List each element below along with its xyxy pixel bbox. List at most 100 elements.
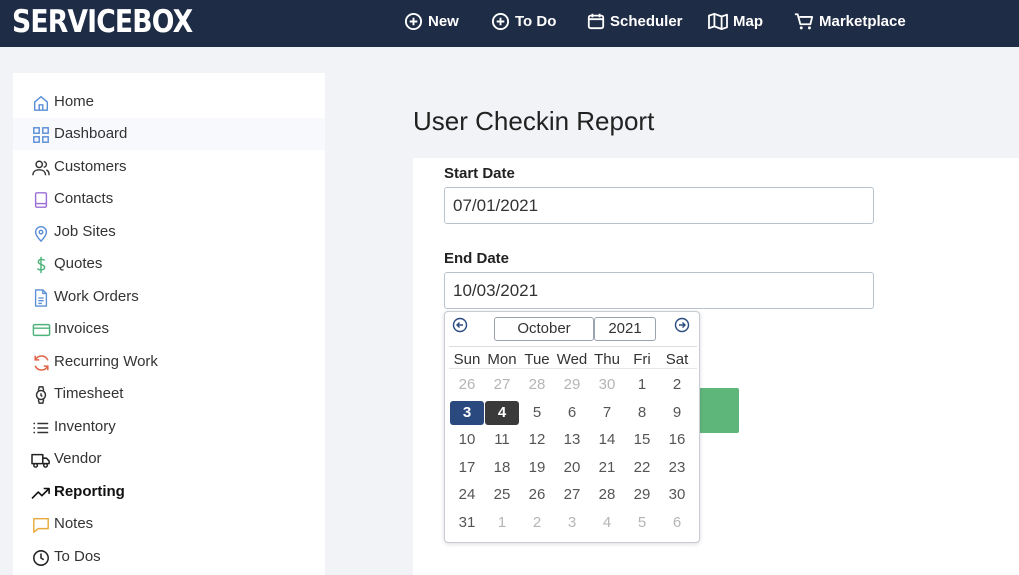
sidebar-item-home[interactable]: Home <box>13 86 325 118</box>
calendar-day[interactable]: 1 <box>625 373 659 397</box>
map-pin-icon <box>31 223 51 243</box>
calendar-day[interactable]: 29 <box>555 373 589 397</box>
nav-todo-label: To Do <box>515 12 557 30</box>
next-month-icon[interactable] <box>674 317 690 333</box>
calendar-day[interactable]: 30 <box>660 483 694 507</box>
refresh-icon <box>31 353 51 373</box>
sidebar-item-label: To Dos <box>54 548 101 565</box>
sidebar-item-label: Home <box>54 93 95 110</box>
sidebar-item-label: Customers <box>54 158 127 175</box>
dollar-icon <box>31 255 51 275</box>
nav-map-label: Map <box>733 12 763 30</box>
truck-icon <box>31 450 51 470</box>
nav-scheduler[interactable]: Scheduler <box>587 0 683 42</box>
sidebar-item-label: Work Orders <box>54 288 139 305</box>
calendar-day[interactable]: 13 <box>555 428 589 452</box>
calendar-icon <box>587 13 605 30</box>
nav-marketplace[interactable]: Marketplace <box>794 0 906 42</box>
sidebar-item-label: Vendor <box>54 450 102 467</box>
calendar-day[interactable]: 3 <box>555 511 589 535</box>
sidebar-item-notes[interactable]: Notes <box>13 508 325 540</box>
calendar-day[interactable]: 21 <box>590 456 624 480</box>
nav-map[interactable]: Map <box>708 0 763 42</box>
year-select[interactable]: 2021 <box>594 317 656 341</box>
sidebar-item-dashboard[interactable]: Dashboard <box>13 118 325 150</box>
sidebar-item-timesheet[interactable]: Timesheet <box>13 378 325 410</box>
calendar-day[interactable]: 20 <box>555 456 589 480</box>
users-icon <box>31 158 51 178</box>
sidebar-item-to-dos[interactable]: To Dos <box>13 541 325 573</box>
calendar-day[interactable]: 2 <box>660 373 694 397</box>
calendar-day[interactable]: 26 <box>520 483 554 507</box>
calendar-day[interactable]: 28 <box>590 483 624 507</box>
calendar-day[interactable]: 5 <box>520 401 554 425</box>
calendar-day[interactable]: 14 <box>590 428 624 452</box>
calendar-day[interactable]: 8 <box>625 401 659 425</box>
sidebar-item-work-orders[interactable]: Work Orders <box>13 281 325 313</box>
sidebar-item-vendor[interactable]: Vendor <box>13 443 325 475</box>
weekday-header: Mon <box>487 351 517 368</box>
calendar-divider <box>449 368 697 369</box>
calendar-day[interactable]: 4 <box>485 401 519 425</box>
calendar-day[interactable]: 1 <box>485 511 519 535</box>
plus-circle-icon <box>404 12 423 30</box>
servicebox-logo[interactable]: SERVICEBOX <box>12 4 193 40</box>
weekday-header: Sat <box>665 351 689 368</box>
weekday-header: Tue <box>524 351 550 368</box>
calendar-day[interactable]: 28 <box>520 373 554 397</box>
calendar-day[interactable]: 15 <box>625 428 659 452</box>
sidebar-item-label: Notes <box>54 515 94 532</box>
page-title: User Checkin Report <box>413 106 655 136</box>
sidebar-item-label: Contacts <box>54 190 114 207</box>
calendar-day[interactable]: 22 <box>625 456 659 480</box>
nav-new[interactable]: New <box>404 0 459 42</box>
submit-button[interactable] <box>699 388 739 433</box>
calendar-day[interactable]: 31 <box>450 511 484 535</box>
calendar-divider <box>449 346 697 347</box>
sidebar-item-inventory[interactable]: Inventory <box>13 411 325 443</box>
calendar-day[interactable]: 30 <box>590 373 624 397</box>
calendar-day[interactable]: 9 <box>660 401 694 425</box>
prev-month-icon[interactable] <box>452 317 468 333</box>
calendar-day[interactable]: 25 <box>485 483 519 507</box>
sidebar-item-customers[interactable]: Customers <box>13 151 325 183</box>
nav-todo[interactable]: To Do <box>491 0 556 42</box>
top-navbar: SERVICEBOX New To Do Scheduler Map Marke… <box>0 0 1019 47</box>
calendar-day[interactable]: 12 <box>520 428 554 452</box>
calendar-day[interactable]: 17 <box>450 456 484 480</box>
sidebar-item-quotes[interactable]: Quotes <box>13 248 325 280</box>
calendar-day[interactable]: 4 <box>590 511 624 535</box>
calendar-day[interactable]: 27 <box>555 483 589 507</box>
calendar-day[interactable]: 24 <box>450 483 484 507</box>
calendar-day[interactable]: 27 <box>485 373 519 397</box>
calendar-day[interactable]: 2 <box>520 511 554 535</box>
calendar-day[interactable]: 10 <box>450 428 484 452</box>
plus-circle-icon <box>491 12 510 30</box>
calendar-day[interactable]: 11 <box>485 428 519 452</box>
start-date-label: Start Date <box>444 165 515 182</box>
calendar-day[interactable]: 5 <box>625 511 659 535</box>
calendar-day[interactable]: 7 <box>590 401 624 425</box>
calendar-day[interactable]: 26 <box>450 373 484 397</box>
sidebar-item-contacts[interactable]: Contacts <box>13 183 325 215</box>
month-select[interactable]: October <box>494 317 594 341</box>
calendar-day[interactable]: 16 <box>660 428 694 452</box>
calendar-day[interactable]: 6 <box>660 511 694 535</box>
sidebar-item-reporting[interactable]: Reporting <box>13 476 325 508</box>
sidebar-item-label: Quotes <box>54 255 103 272</box>
sidebar-item-job-sites[interactable]: Job Sites <box>13 216 325 248</box>
book-icon <box>31 190 51 210</box>
sidebar-item-invoices[interactable]: Invoices <box>13 313 325 345</box>
end-date-input[interactable] <box>444 272 874 309</box>
calendar-day[interactable]: 3 <box>450 401 484 425</box>
weekday-header: Thu <box>594 351 620 368</box>
calendar-day[interactable]: 19 <box>520 456 554 480</box>
sidebar-item-label: Dashboard <box>54 125 128 142</box>
sidebar-item-label: Inventory <box>54 418 116 435</box>
start-date-input[interactable] <box>444 187 874 224</box>
calendar-day[interactable]: 6 <box>555 401 589 425</box>
calendar-day[interactable]: 18 <box>485 456 519 480</box>
calendar-day[interactable]: 23 <box>660 456 694 480</box>
calendar-day[interactable]: 29 <box>625 483 659 507</box>
sidebar-item-recurring-work[interactable]: Recurring Work <box>13 346 325 378</box>
